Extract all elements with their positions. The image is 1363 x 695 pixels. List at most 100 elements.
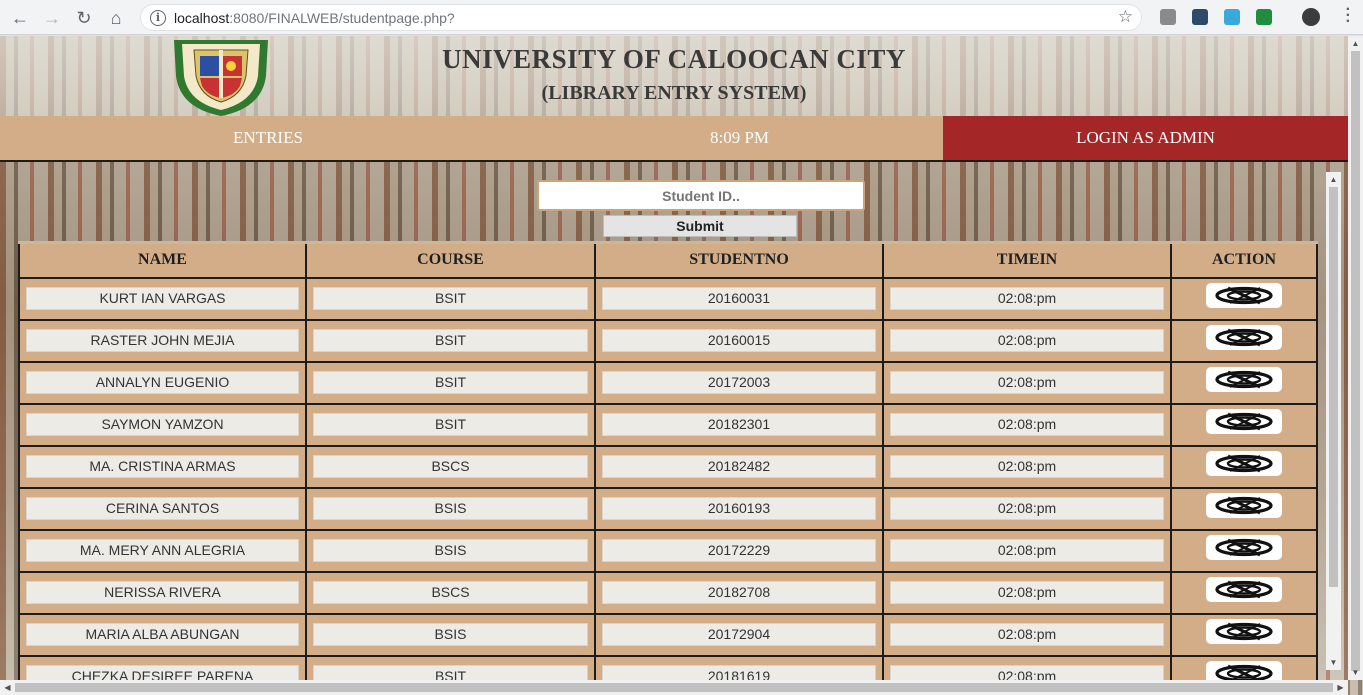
horizontal-scrollbar[interactable]: ◀ ▶ (0, 680, 1348, 695)
table-row: CERINA SANTOS BSIS 20160193 02:08:pm (18, 486, 1318, 531)
timein-cell-value: 02:08:pm (890, 497, 1164, 520)
delete-entry-button[interactable] (1206, 576, 1282, 602)
page-scrollbar-thumb[interactable] (1351, 51, 1360, 671)
page-subtitle: (LIBRARY ENTRY SYSTEM) (541, 82, 807, 104)
name-cell: NERISSA RIVERA (18, 570, 307, 615)
name-cell-value: MA. MERY ANN ALEGRIA (26, 539, 299, 562)
table-row: ANNALYN EUGENIO BSIT 20172003 02:08:pm (18, 360, 1318, 405)
delete-entry-button[interactable] (1206, 450, 1282, 476)
name-cell-value: RASTER JOHN MEJIA (26, 329, 299, 352)
course-cell: BSIS (305, 528, 596, 573)
back-icon[interactable]: ← (8, 6, 32, 30)
course-cell: BSIT (305, 360, 596, 405)
name-cell: SAYMON YAMZON (18, 402, 307, 447)
action-cell (1170, 486, 1318, 531)
header-course: COURSE (305, 241, 596, 279)
delete-entry-button[interactable] (1206, 408, 1282, 434)
extension-list-icon[interactable] (1192, 9, 1208, 25)
delete-icon (1215, 496, 1273, 514)
bookmark-star-icon[interactable]: ☆ (1118, 7, 1133, 27)
page-scroll-down-icon[interactable]: ▼ (1348, 665, 1363, 680)
reload-icon[interactable]: ↻ (72, 6, 96, 30)
studentno-cell: 20172003 (594, 360, 884, 405)
table-row: MARIA ALBA ABUNGAN BSIS 20172904 02:08:pm (18, 612, 1318, 657)
delete-icon (1215, 622, 1273, 640)
browser-menu-icon[interactable]: · · · (1346, 2, 1351, 30)
header-name: NAME (18, 241, 307, 279)
nav-entries-link[interactable]: ENTRIES (0, 116, 536, 160)
timein-cell-value: 02:08:pm (890, 287, 1164, 310)
timein-cell-value: 02:08:pm (890, 581, 1164, 604)
timein-cell-value: 02:08:pm (890, 371, 1164, 394)
name-cell-value: CERINA SANTOS (26, 497, 299, 520)
student-id-input[interactable] (537, 180, 865, 211)
page-scroll-up-icon[interactable]: ▲ (1348, 36, 1363, 51)
table-row: MA. CRISTINA ARMAS BSCS 20182482 02:08:pm (18, 444, 1318, 489)
timein-cell: 02:08:pm (882, 612, 1172, 657)
studentno-cell-value: 20160031 (602, 287, 876, 310)
table-row: MA. MERY ANN ALEGRIA BSIS 20172229 02:08:pm (18, 528, 1318, 573)
scroll-left-icon[interactable]: ◀ (0, 680, 15, 695)
extension-cloud-icon[interactable] (1224, 9, 1240, 25)
timein-cell: 02:08:pm (882, 486, 1172, 531)
delete-icon (1215, 286, 1273, 304)
name-cell: CERINA SANTOS (18, 486, 307, 531)
name-cell: ANNALYN EUGENIO (18, 360, 307, 405)
timein-cell-value: 02:08:pm (890, 623, 1164, 646)
course-cell-value: BSIS (313, 539, 588, 562)
table-row: SAYMON YAMZON BSIT 20182301 02:08:pm (18, 402, 1318, 447)
name-cell-value: NERISSA RIVERA (26, 581, 299, 604)
studentno-cell-value: 20160193 (602, 497, 876, 520)
table-scrollbar-thumb[interactable] (1329, 187, 1338, 587)
extension-lock-icon[interactable] (1160, 9, 1176, 25)
address-bar[interactable]: i localhost:8080/FINALWEB/studentpage.ph… (140, 4, 1142, 31)
studentno-cell-value: 20172904 (602, 623, 876, 646)
submit-button[interactable]: Submit (603, 215, 797, 237)
studentno-cell-value: 20172229 (602, 539, 876, 562)
course-cell: BSIT (305, 276, 596, 321)
course-cell-value: BSIT (313, 413, 588, 436)
course-cell-value: BSCS (313, 581, 588, 604)
scroll-up-icon[interactable]: ▲ (1326, 172, 1341, 187)
course-cell-value: BSIT (313, 287, 588, 310)
delete-entry-button[interactable] (1206, 282, 1282, 308)
course-cell-value: BSIS (313, 497, 588, 520)
delete-entry-button[interactable] (1206, 324, 1282, 350)
table-row: RASTER JOHN MEJIA BSIT 20160015 02:08:pm (18, 318, 1318, 363)
header-timein: TIMEIN (882, 241, 1172, 279)
home-icon[interactable]: ⌂ (104, 6, 128, 30)
timein-cell-value: 02:08:pm (890, 539, 1164, 562)
action-cell (1170, 570, 1318, 615)
timein-cell: 02:08:pm (882, 318, 1172, 363)
login-as-admin-button[interactable]: LOGIN AS ADMIN (943, 116, 1348, 160)
url-text: localhost:8080/FINALWEB/studentpage.php? (174, 10, 455, 26)
course-cell-value: BSIS (313, 623, 588, 646)
action-cell (1170, 528, 1318, 573)
forward-icon[interactable]: → (40, 6, 64, 30)
scroll-right-icon[interactable]: ▶ (1333, 680, 1348, 695)
scroll-down-icon[interactable]: ▼ (1326, 655, 1341, 670)
studentno-cell: 20160193 (594, 486, 884, 531)
site-info-icon[interactable]: i (150, 10, 166, 26)
studentno-cell-value: 20182708 (602, 581, 876, 604)
table-scrollbar[interactable]: ▲ ▼ (1326, 172, 1341, 670)
page-viewport: UNIVERSITY OF CALOOCAN CITY (LIBRARY ENT… (0, 36, 1363, 695)
horizontal-scrollbar-thumb[interactable] (15, 683, 1333, 692)
course-cell: BSIT (305, 402, 596, 447)
extension-sheets-icon[interactable] (1256, 9, 1272, 25)
profile-avatar[interactable] (1302, 8, 1320, 26)
studentno-cell-value: 20172003 (602, 371, 876, 394)
entries-table: NAME COURSE STUDENTNO TIMEIN ACTION KURT… (18, 241, 1318, 695)
page-scrollbar[interactable]: ▲ ▼ (1348, 36, 1363, 680)
name-cell: RASTER JOHN MEJIA (18, 318, 307, 363)
delete-icon (1215, 580, 1273, 598)
action-cell (1170, 360, 1318, 405)
studentno-cell-value: 20182301 (602, 413, 876, 436)
delete-entry-button[interactable] (1206, 618, 1282, 644)
delete-entry-button[interactable] (1206, 534, 1282, 560)
delete-icon (1215, 412, 1273, 430)
delete-entry-button[interactable] (1206, 366, 1282, 392)
timein-cell-value: 02:08:pm (890, 329, 1164, 352)
delete-entry-button[interactable] (1206, 492, 1282, 518)
name-cell-value: ANNALYN EUGENIO (26, 371, 299, 394)
